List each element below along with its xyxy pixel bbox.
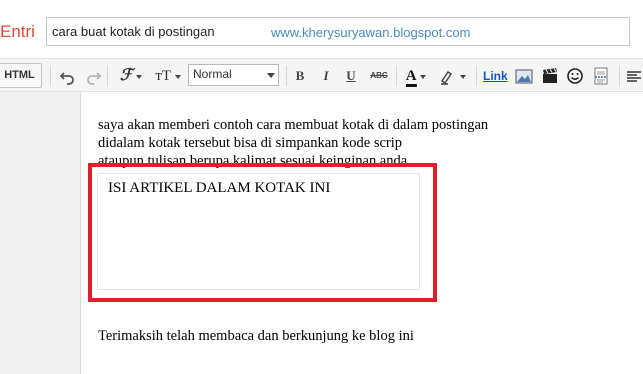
html-tab[interactable]: HTML [0,63,42,88]
toolbar-divider [396,66,397,86]
align-icon[interactable] [625,65,643,87]
entri-label: Entri [0,22,35,41]
video-icon[interactable] [541,65,561,87]
toolbar-divider [286,66,287,86]
text-color-glyph: A [405,69,417,87]
font-family-icon[interactable]: ℱ [116,65,146,87]
image-icon[interactable] [515,65,535,87]
jump-break-icon[interactable] [592,65,612,87]
toolbar-divider [107,66,108,86]
font-size-glyph: тT [155,68,172,84]
undo-icon[interactable] [59,65,77,87]
redo-icon[interactable] [84,65,102,87]
closing-line[interactable]: Terimaksih telah membaca dan berkunjung … [98,327,414,345]
paragraph-format-select[interactable]: Normal [188,64,279,86]
toolbar-divider [50,66,51,86]
toolbar-divider [476,66,477,86]
text-color-icon[interactable]: A [401,65,431,87]
font-size-icon[interactable]: тT [153,65,183,87]
bold-button[interactable]: B [292,65,308,87]
post-title-input[interactable]: cara buat kotak di postingan www.kherysu… [46,17,630,46]
toolbar-divider [619,66,620,86]
underline-button[interactable]: U [343,65,359,87]
red-highlight-frame [88,163,437,302]
body-line-2[interactable]: didalam kotak tersebut bisa di simpankan… [98,134,402,152]
link-button[interactable]: Link [483,65,508,87]
chevron-down-icon [267,73,275,78]
italic-button[interactable]: I [318,65,334,87]
body-line-1[interactable]: saya akan memberi contoh cara membuat ko… [98,116,488,134]
strikethrough-button[interactable]: ABC [368,65,390,87]
emoticon-icon[interactable] [566,65,586,87]
highlight-icon[interactable] [437,65,467,87]
title-bar: Entri cara buat kotak di postingan www.k… [0,0,643,58]
post-title-value[interactable]: cara buat kotak di postingan [52,24,215,39]
paragraph-format-value: Normal [193,67,232,81]
editor-toolbar: HTML ℱ тT Normal B I U ABC A Link [0,58,643,92]
blog-url-watermark: www.kherysuryawan.blogspot.com [271,25,471,40]
